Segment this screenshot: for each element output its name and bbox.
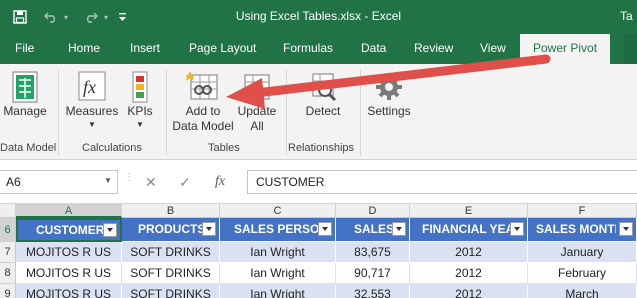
annotation-arrow [226,54,551,109]
